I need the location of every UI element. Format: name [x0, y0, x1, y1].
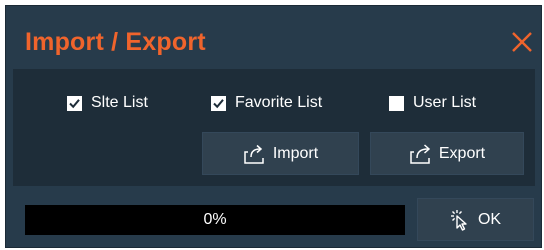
- import-icon: [243, 143, 267, 165]
- close-icon: [512, 32, 532, 52]
- options-panel: Slte List Favorite List User List Import…: [13, 69, 535, 186]
- progress-text: 0%: [203, 211, 227, 228]
- checkbox-checked-icon: [67, 95, 82, 111]
- import-export-dialog: Import / Export Slte List Favorite List: [5, 5, 542, 248]
- user-list-checkbox[interactable]: User List: [389, 92, 476, 114]
- close-button[interactable]: [510, 30, 534, 54]
- favorite-list-label: Favorite List: [235, 94, 323, 111]
- user-list-label: User List: [413, 94, 477, 111]
- site-list-label: Slte List: [91, 94, 148, 111]
- import-button[interactable]: Import: [202, 132, 359, 175]
- ok-button-label: OK: [477, 210, 502, 228]
- export-icon: [409, 143, 433, 165]
- checkbox-unchecked-icon: [389, 95, 404, 111]
- ok-button[interactable]: OK: [417, 198, 534, 241]
- export-button[interactable]: Export: [370, 132, 524, 175]
- favorite-list-checkbox[interactable]: Favorite List: [211, 92, 322, 114]
- dialog-title: Import / Export: [25, 28, 206, 56]
- progress-bar: 0%: [25, 205, 405, 235]
- site-list-checkbox[interactable]: Slte List: [67, 92, 148, 114]
- import-button-label: Import: [272, 144, 319, 162]
- click-cursor-icon: [450, 209, 472, 231]
- checkbox-checked-icon: [211, 95, 226, 111]
- export-button-label: Export: [438, 144, 486, 162]
